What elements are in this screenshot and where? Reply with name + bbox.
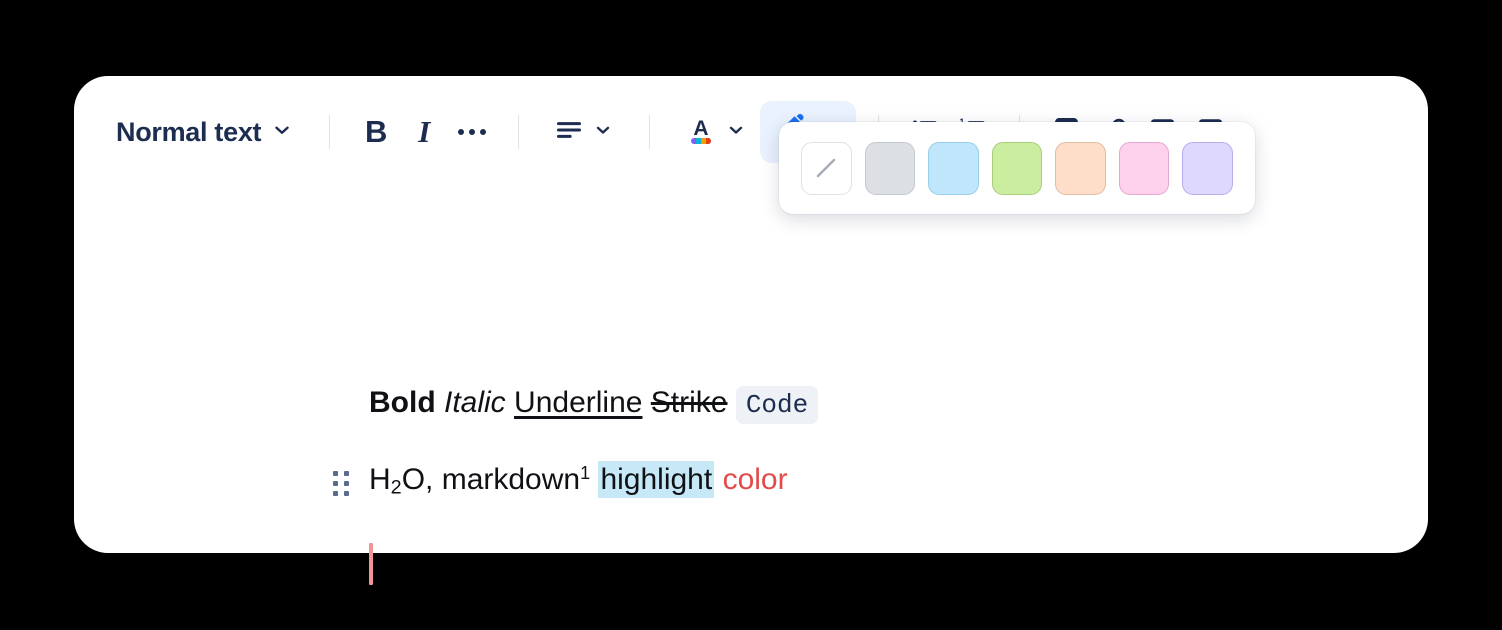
- underline-sample-text: Underline: [514, 386, 643, 419]
- highlight-color-palette: [779, 122, 1255, 214]
- chevron-down-icon: [593, 120, 613, 145]
- rich-text-sample-line[interactable]: H2O, markdown1 highlight color: [369, 461, 788, 499]
- align-dropdown[interactable]: [541, 101, 627, 163]
- svg-text:A: A: [694, 117, 709, 140]
- highlighted-word: highlight: [598, 461, 715, 498]
- toolbar-divider: [649, 115, 651, 149]
- bold-button[interactable]: B: [352, 101, 400, 163]
- text-color-icon: A: [686, 114, 716, 151]
- toolbar-divider: [329, 115, 331, 149]
- swatch-pink[interactable]: [1118, 141, 1170, 195]
- swatch-blue[interactable]: [928, 141, 979, 195]
- chemical-formula-prefix: H: [369, 463, 391, 496]
- text-style-dropdown[interactable]: Normal text: [102, 101, 307, 163]
- strike-sample-text: Strike: [650, 386, 728, 419]
- chevron-down-icon: [271, 119, 293, 146]
- bold-icon: B: [365, 114, 388, 149]
- italic-icon: I: [418, 114, 431, 149]
- chevron-down-icon: [726, 120, 746, 145]
- screen: Normal text B I A Bold Italic Underline …: [0, 0, 1502, 630]
- superscript-footnote: 1: [580, 463, 591, 484]
- text-style-label: Normal text: [116, 116, 262, 147]
- formatting-sample-line[interactable]: Bold Italic Underline Strike Code: [369, 386, 819, 424]
- more-formatting-button[interactable]: [448, 101, 496, 163]
- drag-handle-icon[interactable]: [333, 471, 351, 497]
- code-sample-text: Code: [735, 386, 819, 424]
- chemical-formula-suffix: O,: [401, 463, 434, 496]
- subscript-text: 2: [390, 476, 402, 499]
- colored-word: color: [722, 463, 788, 496]
- swatch-orange[interactable]: [1055, 141, 1106, 195]
- toolbar-divider: [518, 115, 520, 149]
- swatch-purple[interactable]: [1182, 141, 1234, 195]
- bold-sample-text: Bold: [369, 386, 436, 419]
- swatch-green[interactable]: [991, 141, 1043, 195]
- ellipsis-icon: [458, 129, 487, 135]
- inline-format-group: B I: [352, 101, 496, 163]
- align-left-icon: [555, 116, 583, 149]
- swatch-none[interactable]: [801, 141, 852, 195]
- text-caret: [369, 543, 373, 585]
- italic-button[interactable]: I: [400, 101, 448, 163]
- italic-sample-text: Italic: [444, 386, 506, 419]
- text-color-dropdown[interactable]: A: [672, 101, 760, 163]
- markdown-word: markdown: [441, 463, 581, 496]
- document-body[interactable]: Bold Italic Underline Strike Code H2O, m…: [74, 188, 1428, 585]
- swatch-gray[interactable]: [864, 141, 916, 195]
